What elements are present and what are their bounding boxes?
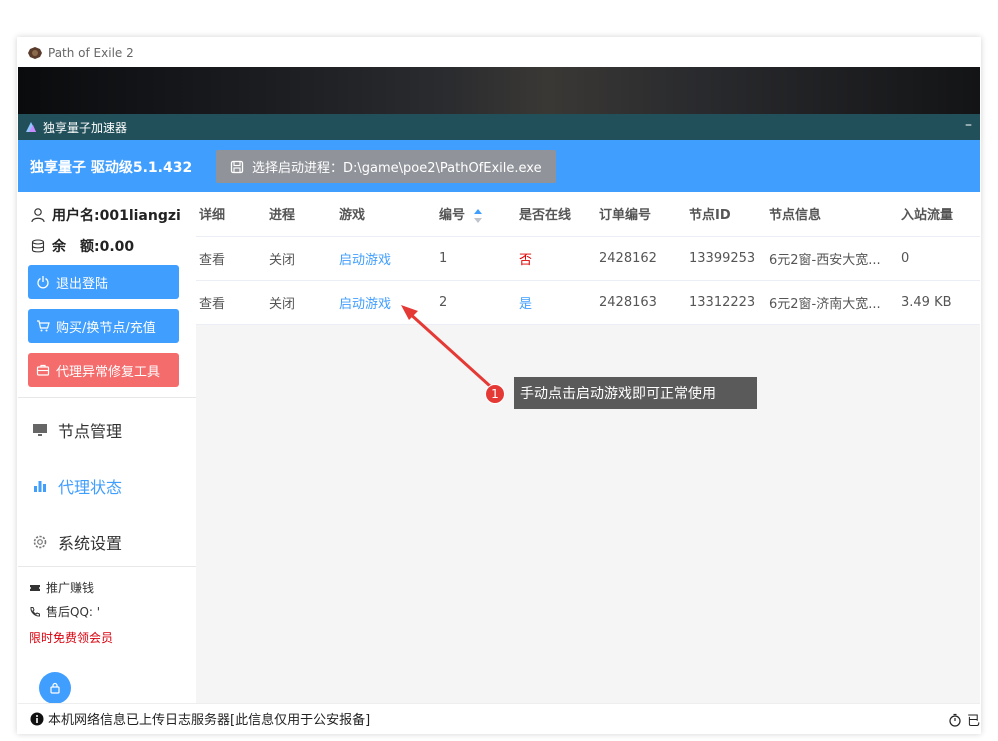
game-banner-image <box>18 67 980 114</box>
col-node-id[interactable]: 节点ID <box>686 192 766 237</box>
nav-proxy-status[interactable]: 代理状态 <box>32 474 122 498</box>
col-traffic[interactable]: 入站流量 <box>898 192 980 237</box>
header-bar: 独享量子 驱动级5.1.432 选择启动进程：D:\game\poe2\Path… <box>18 140 980 192</box>
sidebar-divider <box>18 397 196 398</box>
annotation-callout: 手动点击启动游戏即可正常使用 <box>514 377 757 409</box>
balance: 余 额:0.00 <box>52 239 135 255</box>
lock-button[interactable] <box>39 672 71 704</box>
annotation-number-badge: 1 <box>485 384 505 404</box>
nav-node-management[interactable]: 节点管理 <box>32 418 122 442</box>
database-icon <box>31 239 45 253</box>
nav-node-management-label: 节点管理 <box>58 422 123 441</box>
status-right-label: 已 <box>966 714 980 729</box>
cell-order: 2428163 <box>596 280 686 325</box>
cell-number: 1 <box>436 236 516 281</box>
nav-proxy-status-label: 代理状态 <box>58 478 123 497</box>
promote-link[interactable]: 推广赚钱 <box>29 579 94 596</box>
select-process-button[interactable]: 选择启动进程：D:\game\poe2\PathOfExile.exe <box>216 150 556 183</box>
col-order[interactable]: 订单编号 <box>596 192 686 237</box>
app-titlebar: 独享量子加速器 – <box>18 114 980 140</box>
bar-chart-icon <box>34 481 46 492</box>
stopwatch-icon <box>949 713 961 727</box>
free-member-promo[interactable]: 限时免费领会员 <box>29 629 113 646</box>
sort-icon[interactable] <box>473 208 483 224</box>
col-number-label: 编号 <box>439 208 466 223</box>
cell-node-id: 13312223 <box>686 280 766 325</box>
nav-system-settings-label: 系统设置 <box>58 534 123 553</box>
table-row: 查看 关闭 启动游戏 2 是 2428163 13312223 6元2窗-济南大… <box>196 280 980 325</box>
cell-node-info: 6元2窗-西安大宽... <box>766 236 898 281</box>
start-game-link[interactable]: 启动游戏 <box>336 236 436 281</box>
power-icon <box>37 276 49 289</box>
toolbox-icon <box>36 364 50 376</box>
game-logo-icon <box>28 46 42 59</box>
repair-tool-button[interactable]: 代理异常修复工具 <box>28 353 179 387</box>
cell-detail[interactable]: 查看 <box>196 236 266 281</box>
proxy-table: 详细 进程 游戏 编号 是否在线 订单编号 节点ID 节点信息 入站流量 查看 … <box>196 192 980 325</box>
username-row: 用户名:001liangzi <box>30 205 181 225</box>
balance-row: 余 额:0.00 <box>30 236 134 256</box>
logout-label: 退出登陆 <box>56 276 109 292</box>
username: 用户名:001liangzi <box>52 208 181 224</box>
support-label: 售后QQ: ' <box>46 605 101 619</box>
nav-system-settings[interactable]: 系统设置 <box>32 530 122 554</box>
cart-icon <box>37 320 50 332</box>
sidebar-divider-2 <box>18 566 196 567</box>
status-bar: 本机网络信息已上传日志服务器[此信息仅用于公安报备] 已 <box>18 703 980 733</box>
start-game-link[interactable]: 启动游戏 <box>336 280 436 325</box>
select-process-label: 选择启动进程：D:\game\poe2\PathOfExile.exe <box>252 161 542 176</box>
gear-icon <box>33 535 47 549</box>
phone-icon <box>30 606 40 617</box>
save-icon <box>230 160 244 173</box>
monitor-icon <box>33 424 47 436</box>
game-title: Path of Exile 2 <box>48 45 134 60</box>
col-process[interactable]: 进程 <box>266 192 336 237</box>
buy-button[interactable]: 购买/换节点/充值 <box>28 309 179 343</box>
lock-icon <box>50 682 60 694</box>
cell-process[interactable]: 关闭 <box>266 236 336 281</box>
col-node-info[interactable]: 节点信息 <box>766 192 898 237</box>
app-logo-icon <box>26 122 36 132</box>
repair-tool-label: 代理异常修复工具 <box>56 364 161 380</box>
cell-traffic: 3.49 KB <box>898 280 980 325</box>
cell-detail[interactable]: 查看 <box>196 280 266 325</box>
ticket-icon <box>30 584 40 591</box>
status-right: 已 <box>948 710 980 729</box>
logout-button[interactable]: 退出登陆 <box>28 265 179 299</box>
info-icon <box>30 712 44 725</box>
cell-online-status: 是 <box>516 280 596 325</box>
status-message: 本机网络信息已上传日志服务器[此信息仅用于公安报备] <box>48 713 371 728</box>
cell-order: 2428162 <box>596 236 686 281</box>
promote-label: 推广赚钱 <box>46 581 95 595</box>
col-online[interactable]: 是否在线 <box>516 192 596 237</box>
minimize-button[interactable]: – <box>965 117 972 133</box>
cell-traffic: 0 <box>898 236 980 281</box>
buy-label: 购买/换节点/充值 <box>56 320 156 336</box>
brand-version: 独享量子 驱动级5.1.432 <box>30 160 193 176</box>
sidebar: 用户名:001liangzi 余 额:0.00 退出登陆 购买/换节点/充值 代… <box>18 192 196 704</box>
cell-process[interactable]: 关闭 <box>266 280 336 325</box>
cell-number: 2 <box>436 280 516 325</box>
main-panel: 详细 进程 游戏 编号 是否在线 订单编号 节点ID 节点信息 入站流量 查看 … <box>196 192 980 703</box>
col-detail[interactable]: 详细 <box>196 192 266 237</box>
app-title: 独享量子加速器 <box>43 120 128 135</box>
user-icon <box>31 208 45 223</box>
col-game[interactable]: 游戏 <box>336 192 436 237</box>
game-titlebar: Path of Exile 2 <box>18 38 980 67</box>
cell-node-id: 13399253 <box>686 236 766 281</box>
col-number[interactable]: 编号 <box>436 192 516 237</box>
table-header-row: 详细 进程 游戏 编号 是否在线 订单编号 节点ID 节点信息 入站流量 <box>196 192 980 237</box>
table-row: 查看 关闭 启动游戏 1 否 2428162 13399253 6元2窗-西安大… <box>196 236 980 281</box>
cell-online-status: 否 <box>516 236 596 281</box>
support-qq: 售后QQ: ' <box>29 603 100 620</box>
cell-node-info: 6元2窗-济南大宽... <box>766 280 898 325</box>
